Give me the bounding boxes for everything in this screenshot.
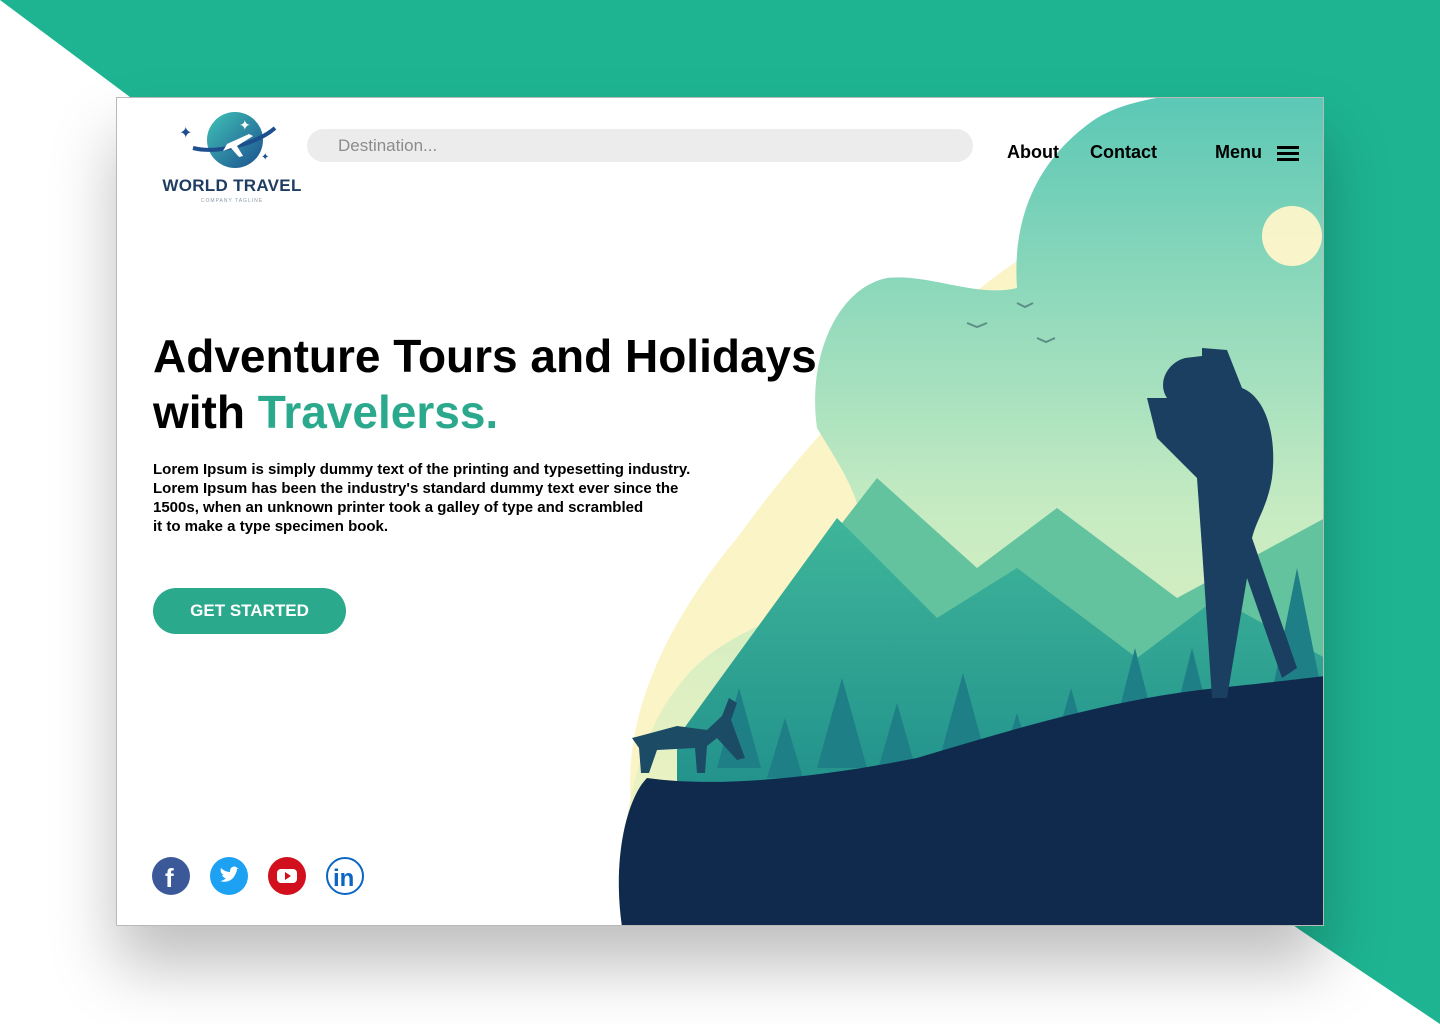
headline-line1: Adventure Tours and Holidays <box>153 330 817 382</box>
youtube-icon[interactable] <box>268 857 306 895</box>
get-started-button[interactable]: GET STARTED <box>153 588 346 634</box>
headline-prefix: with <box>153 386 258 438</box>
brand-tagline: COMPANY TAGLINE <box>200 198 264 204</box>
headline-line2: with Travelerss. <box>153 384 853 440</box>
landing-page-card: ✦ ✦ ✦ WORLD TRAVEL COMPANY TAGLINE About… <box>116 97 1324 926</box>
hamburger-menu-icon[interactable] <box>1277 146 1299 162</box>
facebook-icon[interactable]: f <box>152 857 190 895</box>
brand-name: WORLD TRAVEL <box>162 176 302 195</box>
brand-logo[interactable]: ✦ ✦ ✦ WORLD TRAVEL COMPANY TAGLINE <box>157 108 307 208</box>
linkedin-icon[interactable]: in <box>326 857 364 895</box>
nav-about-link[interactable]: About <box>1007 142 1059 163</box>
headline-accent: Travelerss. <box>257 386 499 438</box>
svg-text:f: f <box>165 863 174 893</box>
hero-description: Lorem Ipsum is simply dummy text of the … <box>153 461 691 535</box>
svg-text:✦: ✦ <box>179 125 192 142</box>
svg-text:✦: ✦ <box>239 117 251 133</box>
hero-headline: Adventure Tours and Holidays with Travel… <box>153 328 853 440</box>
destination-search-input[interactable] <box>307 129 973 162</box>
nav-contact-link[interactable]: Contact <box>1090 142 1157 163</box>
twitter-icon[interactable] <box>210 857 248 895</box>
globe-plane-icon: ✦ ✦ ✦ <box>179 112 277 168</box>
nav-menu-link[interactable]: Menu <box>1215 142 1262 163</box>
svg-text:✦: ✦ <box>261 152 269 163</box>
svg-text:in: in <box>333 865 354 892</box>
